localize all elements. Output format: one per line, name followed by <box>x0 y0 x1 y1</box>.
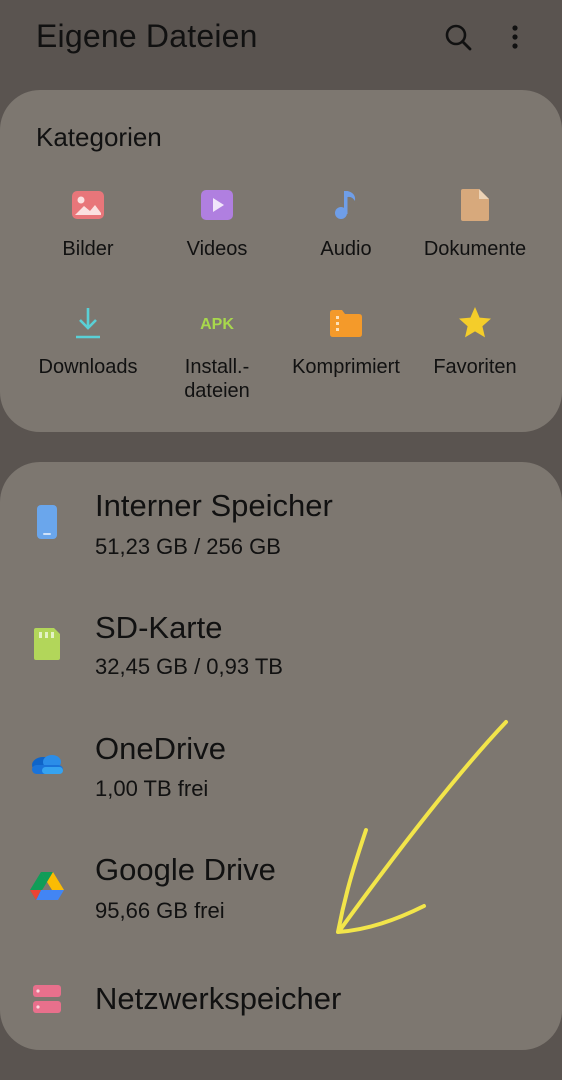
sd-card-icon <box>34 628 60 660</box>
page-title: Eigene Dateien <box>36 18 258 54</box>
apk-icon: APK <box>200 316 234 333</box>
image-icon <box>72 191 104 219</box>
storage-name: Google Drive <box>95 852 276 887</box>
app-header: Eigene Dateien <box>0 0 562 80</box>
category-komprimiert[interactable]: Komprimiert <box>281 305 411 379</box>
phone-storage-icon <box>37 505 57 539</box>
category-dokumente[interactable]: Dokumente <box>410 187 540 261</box>
category-label: Install.- dateien <box>184 356 250 402</box>
storage-name: SD-Karte <box>95 610 223 645</box>
storage-detail: 1,00 TB frei <box>95 776 209 801</box>
category-label: Komprimiert <box>292 356 400 378</box>
network-storage-icon <box>33 985 61 1013</box>
document-icon <box>461 189 489 221</box>
star-icon <box>459 307 491 338</box>
category-audio[interactable]: Audio <box>281 187 411 261</box>
google-drive-icon <box>30 872 64 900</box>
storage-google-drive[interactable]: Google Drive 95,66 GB frei <box>0 842 562 952</box>
storage-detail: 51,23 GB / 256 GB <box>95 534 281 559</box>
category-installationsdateien[interactable]: APK Install.- dateien <box>152 305 282 403</box>
svg-text:APK: APK <box>200 316 234 333</box>
category-label: Favoriten <box>433 356 517 378</box>
archive-folder-icon <box>330 310 362 337</box>
category-downloads[interactable]: Downloads <box>23 305 153 379</box>
storage-detail: 32,45 GB / 0,93 TB <box>95 654 283 679</box>
storage-sd-card[interactable]: SD-Karte 32,45 GB / 0,93 TB <box>0 600 562 710</box>
category-bilder[interactable]: Bilder <box>23 187 153 261</box>
storage-network[interactable]: Netzwerkspeicher <box>0 965 562 1075</box>
category-favoriten[interactable]: Favoriten <box>410 305 540 379</box>
music-note-icon <box>335 191 356 219</box>
storage-internal[interactable]: Interner Speicher 51,23 GB / 256 GB <box>0 478 562 588</box>
storage-detail: 95,66 GB frei <box>95 898 225 923</box>
download-icon <box>76 308 100 339</box>
category-label: Bilder <box>62 238 114 260</box>
category-videos[interactable]: Videos <box>152 187 282 261</box>
categories-title: Kategorien <box>36 122 162 152</box>
storage-name: Netzwerkspeicher <box>95 981 342 1016</box>
onedrive-icon <box>32 755 63 774</box>
search-icon[interactable] <box>443 22 473 52</box>
storage-onedrive[interactable]: OneDrive 1,00 TB frei <box>0 721 562 831</box>
category-label: Dokumente <box>423 238 527 260</box>
more-vert-icon[interactable] <box>500 22 530 52</box>
category-label: Downloads <box>38 356 138 378</box>
storage-name: OneDrive <box>95 731 226 766</box>
storage-name: Interner Speicher <box>95 488 333 523</box>
video-icon <box>201 190 233 220</box>
category-label: Audio <box>320 238 372 260</box>
category-label: Videos <box>186 238 248 260</box>
